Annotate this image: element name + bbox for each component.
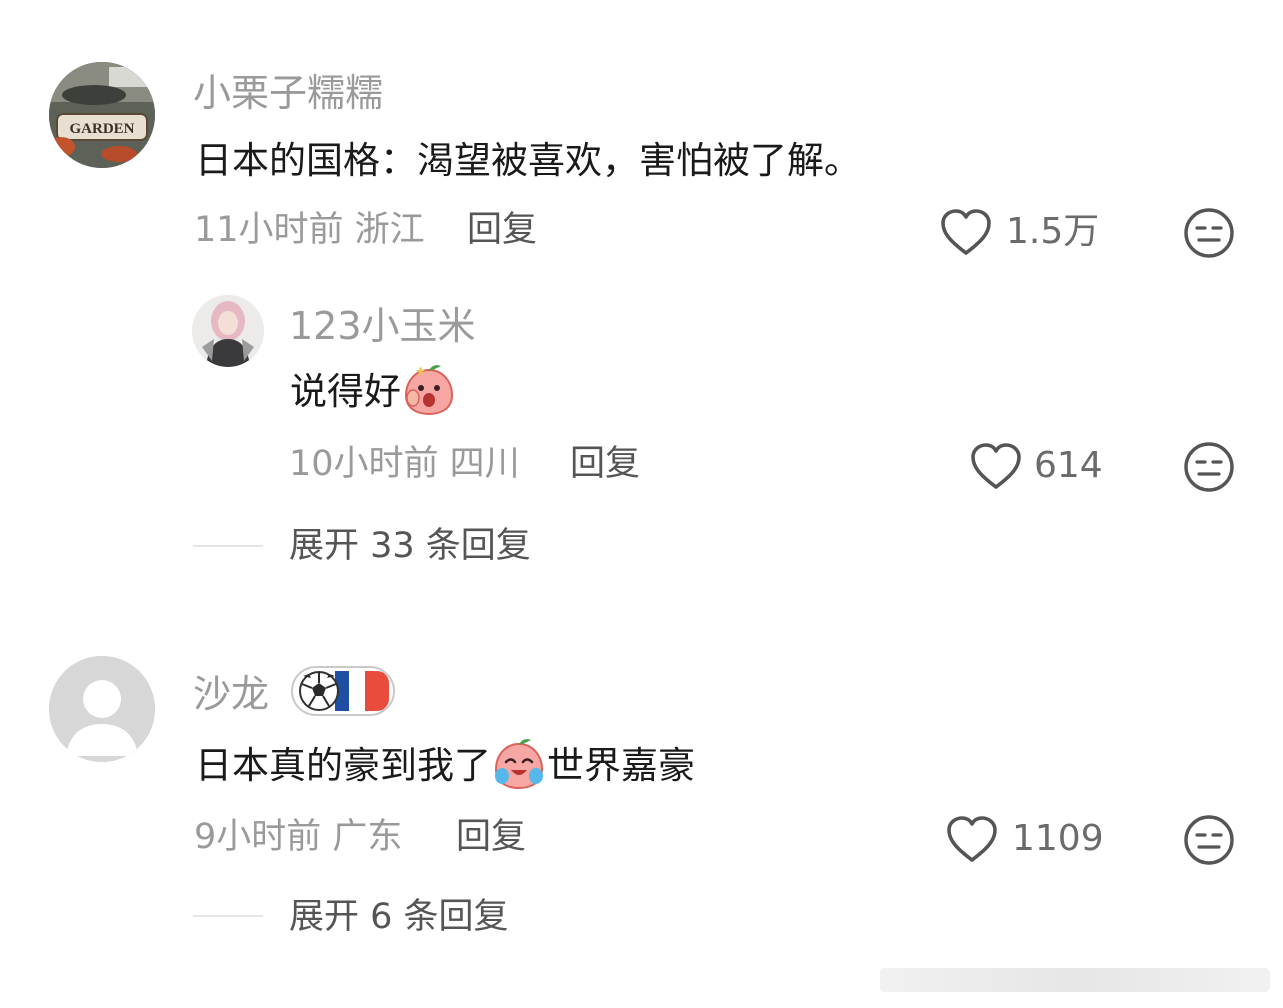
avatar-shalong[interactable] xyxy=(49,656,155,762)
reply-time-location: 10小时前 四川 xyxy=(289,444,520,484)
like-count: 1109 xyxy=(1012,818,1104,859)
svg-text:GARDEN: GARDEN xyxy=(69,121,134,137)
heart-outline-icon xyxy=(941,209,991,255)
doll-avatar-image xyxy=(192,295,264,367)
reply-like-count: 614 xyxy=(1034,445,1103,486)
reply-button[interactable]: 回复 xyxy=(467,209,537,251)
reply-button[interactable]: 回复 xyxy=(456,816,526,858)
avatar-123xiaoyumi[interactable] xyxy=(192,295,264,367)
comment-time-location: 11小时前 浙江 xyxy=(194,210,425,250)
comment-text-part2: 世界嘉豪 xyxy=(547,744,695,787)
reply-username[interactable]: 123小玉米 xyxy=(289,304,476,348)
like-count: 1.5万 xyxy=(1006,211,1100,252)
like-button[interactable]: 1109 xyxy=(946,813,1116,865)
username[interactable]: 沙龙 xyxy=(193,672,269,716)
reply-reply-button[interactable]: 回复 xyxy=(570,443,640,485)
football-badge[interactable] xyxy=(291,666,395,716)
comment-text-part1: 日本真的豪到我了 xyxy=(195,744,491,787)
reply-text-body: 说得好 xyxy=(290,370,401,413)
garden-sign-avatar-image: GARDEN xyxy=(49,62,155,168)
comment-time-location: 9小时前 广东 xyxy=(194,817,403,857)
comment-text: 日本真的豪到我了 世界嘉豪 xyxy=(195,738,695,792)
soccer-ball-flag-icon xyxy=(299,671,389,711)
neutral-face-icon[interactable] xyxy=(1183,441,1235,493)
avatar-xiaolizi[interactable]: GARDEN xyxy=(49,62,155,168)
reply-like-button[interactable]: 614 xyxy=(970,440,1110,492)
reply-text: 说得好 xyxy=(290,364,457,418)
expand-replies-button[interactable]: 展开 33 条回复 xyxy=(289,525,531,567)
shocked-peach-emoji-icon xyxy=(404,364,454,415)
neutral-face-icon[interactable] xyxy=(1183,814,1235,866)
heart-outline-icon xyxy=(947,816,997,862)
crying-laughing-peach-emoji-icon xyxy=(494,738,544,789)
comment-text: 日本的国格：渴望被喜欢，害怕被了解。 xyxy=(195,139,861,182)
expand-divider xyxy=(193,545,263,547)
neutral-face-icon[interactable] xyxy=(1183,207,1235,259)
expand-divider xyxy=(193,915,263,917)
username[interactable]: 小栗子糯糯 xyxy=(193,71,383,115)
default-user-avatar-icon xyxy=(49,656,155,762)
heart-outline-icon xyxy=(971,443,1021,489)
like-button[interactable]: 1.5万 xyxy=(940,206,1110,258)
expand-replies-button[interactable]: 展开 6 条回复 xyxy=(289,896,509,938)
bottom-watermark-strip xyxy=(880,968,1270,992)
